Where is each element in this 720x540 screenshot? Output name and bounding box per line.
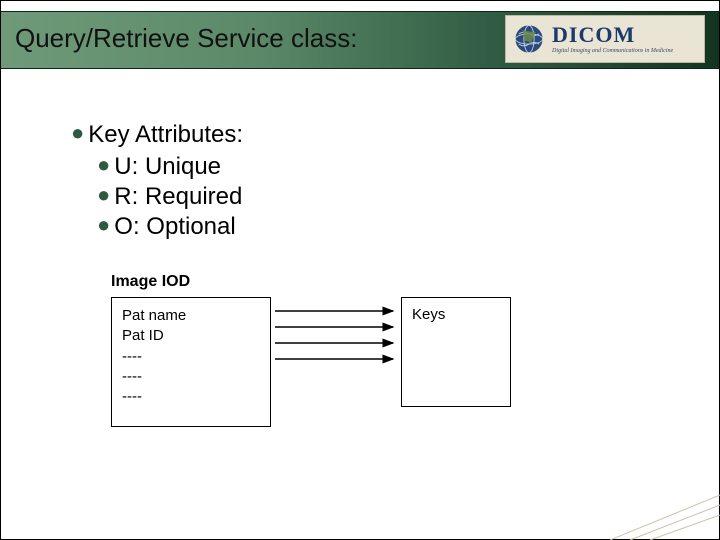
slide-title: Query/Retrieve Service class: bbox=[15, 23, 357, 54]
bullet-dot-icon: ● bbox=[71, 120, 84, 145]
corner-accent-icon bbox=[610, 485, 720, 540]
bullet-l2-text: U: Unique bbox=[114, 153, 221, 180]
diagram: Image IOD Pat name Pat ID ---- ---- ---- bbox=[111, 273, 611, 427]
logo-sub-text: Digital Imaging and Communications in Me… bbox=[552, 48, 673, 54]
bullet-dot-icon: ● bbox=[97, 152, 110, 177]
bullet-l2-text: R: Required bbox=[114, 183, 242, 210]
bullet-level2: ●R: Required bbox=[97, 183, 659, 211]
image-iod-box: Pat name Pat ID ---- ---- ---- bbox=[111, 297, 271, 427]
iod-label: Image IOD bbox=[111, 273, 611, 291]
bullet-dot-icon: ● bbox=[97, 212, 110, 237]
logo-main-text: DICOM bbox=[552, 24, 673, 46]
bullet-level1: ●Key Attributes: bbox=[71, 121, 659, 149]
iod-line: ---- bbox=[122, 367, 260, 387]
iod-line: Pat ID bbox=[122, 326, 260, 346]
iod-line: Pat name bbox=[122, 306, 260, 326]
content-area: ●Key Attributes: ●U: Unique ●R: Required… bbox=[71, 121, 659, 243]
bullet-l2-text: O: Optional bbox=[114, 213, 235, 240]
keys-label: Keys bbox=[412, 306, 500, 323]
iod-line: ---- bbox=[122, 347, 260, 367]
arrows-icon bbox=[271, 297, 401, 427]
bullet-level2: ●U: Unique bbox=[97, 153, 659, 181]
bullet-level2: ●O: Optional bbox=[97, 213, 659, 241]
slide: Query/Retrieve Service class: DICOM Digi… bbox=[0, 0, 720, 540]
dicom-logo: DICOM Digital Imaging and Communications… bbox=[505, 15, 705, 63]
globe-icon bbox=[512, 22, 546, 56]
keys-box: Keys bbox=[401, 297, 511, 407]
iod-line: ---- bbox=[122, 387, 260, 407]
bullet-dot-icon: ● bbox=[97, 182, 110, 207]
bullet-l1-text: Key Attributes: bbox=[88, 121, 243, 148]
